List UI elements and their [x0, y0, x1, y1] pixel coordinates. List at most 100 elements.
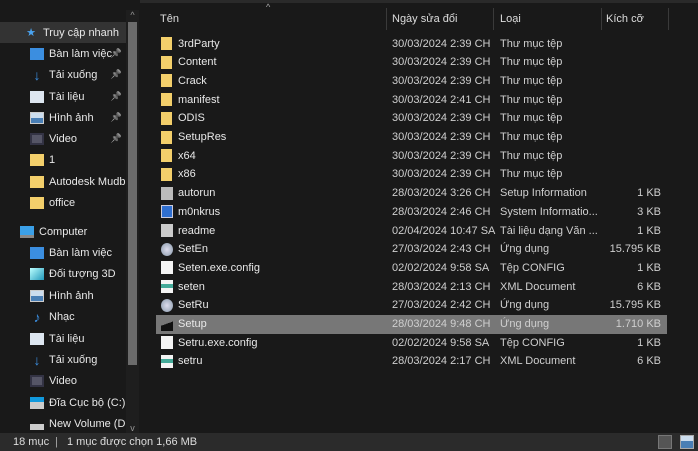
sidebar-item-label: 1 [49, 153, 56, 166]
sidebar-item[interactable]: ♪ Nhạc [0, 306, 126, 327]
file-type: Thư mục tệp [500, 168, 563, 181]
sidebar-item[interactable]: New Volume (D:) [0, 413, 126, 434]
file-row[interactable]: ODIS 30/03/2024 2:39 CH Thư mục tệp [156, 109, 667, 128]
download-icon: ↓ [33, 66, 41, 83]
file-size: 6 KB [637, 280, 661, 293]
details-view-icon[interactable] [658, 435, 672, 449]
file-name: Content [178, 56, 217, 69]
file-row[interactable]: seten 28/03/2024 2:13 CH XML Document 6 KB [156, 277, 667, 296]
sidebar-item-label: Hình ảnh [49, 111, 94, 124]
sidebar-item[interactable]: Hình ảnh [0, 285, 126, 306]
scrollbar-thumb[interactable] [128, 22, 137, 365]
sidebar-item-label: Hình ảnh [49, 289, 94, 302]
file-type: Setup Information [500, 187, 587, 200]
local-disk-icon [30, 396, 44, 409]
file-row[interactable]: readme 02/04/2024 10:47 SA Tài liệu dạng V… [156, 221, 667, 240]
sidebar-item-label: Video [49, 132, 77, 145]
file-row[interactable]: 3rdParty 30/03/2024 2:39 CH Thư mục tệp [156, 34, 667, 53]
large-icons-view-icon[interactable] [680, 435, 694, 449]
file-name: Setru.exe.config [178, 336, 258, 349]
file-date: 28/03/2024 2:13 CH [392, 280, 491, 293]
sidebar-item[interactable]: Hình ảnh 📌 [0, 107, 126, 128]
column-header-size[interactable]: Kích cỡ [606, 8, 644, 30]
file-date: 27/03/2024 2:43 CH [392, 243, 491, 256]
sidebar-item-label: Video [49, 374, 77, 387]
file-name: autorun [178, 187, 216, 200]
file-date: 28/03/2024 2:17 CH [392, 355, 491, 368]
file-date: 30/03/2024 2:39 CH [392, 131, 491, 143]
sidebar-item[interactable]: Tài liệu [0, 328, 126, 349]
file-row[interactable]: autorun 28/03/2024 3:26 CH Setup Informati… [156, 184, 667, 203]
file-type: Ứng dụng [500, 318, 550, 330]
file-row[interactable]: SetRu 27/03/2024 2:42 CH Ứng dụng 15.795 KB [156, 296, 667, 315]
file-row[interactable]: SetupRes 30/03/2024 2:39 CH Thư mục tệp [156, 128, 667, 147]
column-divider[interactable] [668, 8, 669, 30]
file-size: 1 KB [637, 261, 661, 274]
scroll-down-icon[interactable]: v [127, 423, 138, 433]
file-row[interactable]: Crack 30/03/2024 2:39 CH Thư mục tệp [156, 71, 667, 90]
file-size: 1.710 KB [615, 318, 661, 330]
column-divider[interactable] [386, 8, 387, 30]
file-row[interactable]: x86 30/03/2024 2:39 CH Thư mục tệp [156, 165, 667, 184]
folder-icon [161, 37, 172, 50]
pin-icon: 📌 [110, 69, 122, 79]
sidebar-item[interactable]: ↓ Tải xuống 📌 [0, 64, 126, 85]
file-row[interactable]: Setru.exe.config 02/02/2024 9:58 SA Tệp CO… [156, 333, 667, 352]
sidebar-item[interactable]: Video [0, 370, 126, 391]
folder-icon [161, 74, 172, 88]
sidebar-item[interactable]: Video 📌 [0, 128, 126, 149]
file-row[interactable]: setru 28/03/2024 2:17 CH XML Document 6 KB [156, 352, 667, 371]
sidebar-item[interactable]: office [0, 192, 126, 213]
file-date: 30/03/2024 2:39 CH [392, 149, 491, 162]
file-name: SetupRes [178, 131, 227, 143]
sidebar-item[interactable]: 1 [0, 149, 126, 170]
video-icon [30, 132, 44, 145]
file-name: manifest [178, 93, 220, 106]
file-size: 1 KB [637, 224, 661, 237]
drive-icon [30, 417, 44, 430]
file-row[interactable]: m0nkrus 28/03/2024 2:46 CH System Informat… [156, 202, 667, 221]
system-info-icon [161, 205, 173, 219]
file-row[interactable]: Seten.exe.config 02/02/2024 9:58 SA Tệp CO… [156, 258, 667, 277]
sidebar-item[interactable]: Bàn làm việc [0, 242, 126, 263]
column-header-name[interactable]: Tên [160, 8, 179, 30]
column-divider[interactable] [601, 8, 602, 30]
file-row[interactable]: manifest 30/03/2024 2:41 CH Thư mục tệp [156, 90, 667, 109]
file-size: 15.795 KB [609, 299, 661, 312]
sidebar-item[interactable]: Autodesk Mudb [0, 171, 126, 192]
file-row[interactable]: Content 30/03/2024 2:39 CH Thư mục tệp [156, 53, 667, 72]
column-header-type[interactable]: Loại [500, 8, 521, 30]
sidebar-item[interactable]: Tài liệu 📌 [0, 86, 126, 107]
sidebar-scrollbar[interactable]: ^ v [126, 10, 139, 433]
sidebar-item[interactable]: ★ Truy cập nhanh [0, 22, 126, 43]
file-size: 1 KB [637, 187, 661, 200]
file-type: Thư mục tệp [500, 37, 563, 50]
pin-icon: 📌 [110, 91, 122, 101]
sidebar-item[interactable]: Đĩa Cục bộ (C:) [0, 392, 126, 413]
item-count: 18 mục [13, 436, 50, 448]
folder-icon [161, 167, 172, 181]
file-row[interactable]: SetEn 27/03/2024 2:43 CH Ứng dụng 15.795 KB [156, 240, 667, 259]
sidebar-item-label: Đối tượng 3D [49, 267, 116, 280]
scroll-up-icon[interactable]: ^ [127, 10, 138, 20]
folder-icon [161, 55, 172, 69]
sidebar-item[interactable]: Đối tượng 3D [0, 263, 126, 284]
folder-icon [161, 93, 172, 107]
sidebar-item[interactable]: ↓ Tải xuống [0, 349, 126, 370]
column-header-date[interactable]: Ngày sửa đổi [392, 8, 457, 30]
file-date: 02/02/2024 9:58 SA [392, 336, 490, 349]
sort-ascending-icon: ^ [266, 2, 271, 12]
file-date: 30/03/2024 2:39 CH [392, 74, 491, 87]
sidebar-item[interactable]: Bàn làm việc 📌 [0, 43, 126, 64]
column-divider[interactable] [493, 8, 494, 30]
file-row[interactable]: x64 30/03/2024 2:39 CH Thư mục tệp [156, 146, 667, 165]
computer-icon [20, 225, 34, 238]
file-name: 3rdParty [178, 37, 220, 50]
desktop-icon [30, 246, 44, 259]
pictures-icon [30, 111, 44, 124]
sidebar-item[interactable]: Computer [0, 221, 126, 242]
folder-icon [161, 149, 172, 163]
file-row[interactable]: Setup 28/03/2024 9:48 CH Ứng dụng 1.710 KB [156, 314, 667, 334]
pin-icon: 📌 [110, 133, 122, 143]
file-date: 28/03/2024 2:46 CH [392, 205, 491, 218]
